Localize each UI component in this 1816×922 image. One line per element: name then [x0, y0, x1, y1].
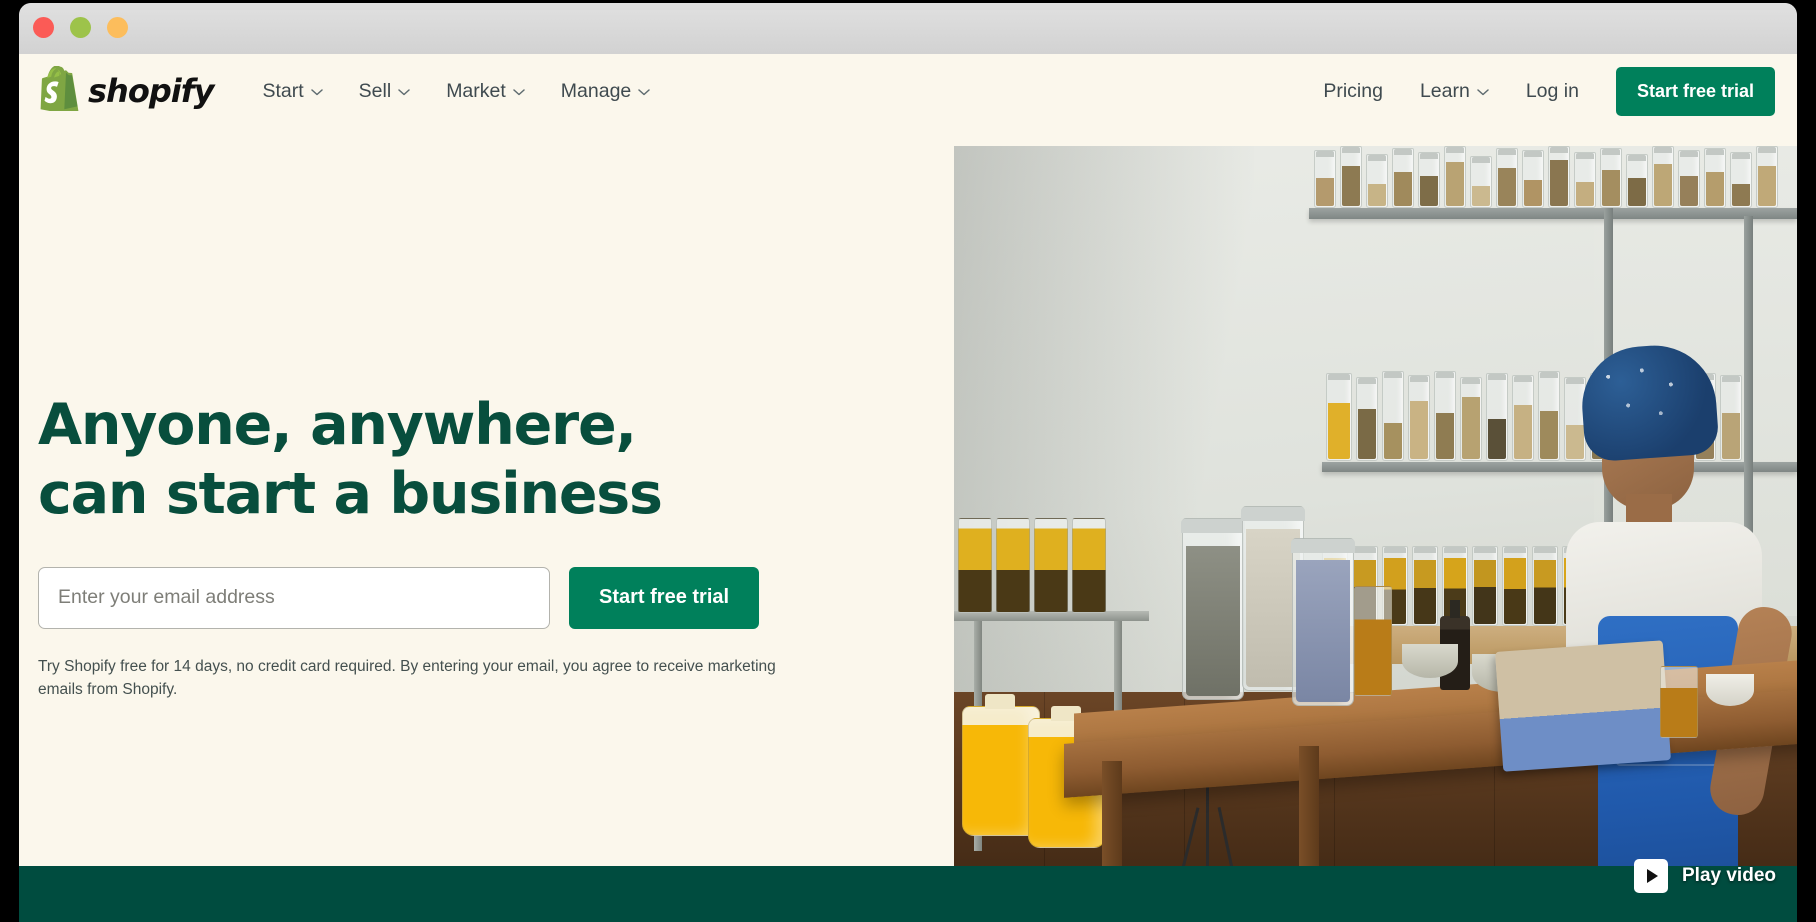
photo-jar: [1366, 154, 1388, 208]
photo-jar: [1496, 148, 1518, 208]
photo-jar: [1756, 146, 1778, 208]
nav-item-learn[interactable]: Learn: [1420, 80, 1489, 103]
shopify-logo[interactable]: shopify: [39, 65, 214, 116]
minimize-window-button[interactable]: [70, 17, 91, 38]
window-frame: shopify Start Sell Market Manage Pricing…: [19, 3, 1797, 922]
header-actions: Pricing Learn Log in Start free trial: [1323, 66, 1775, 116]
photo-jar: [1730, 152, 1752, 208]
browser-window: shopify Start Sell Market Manage Pricing…: [0, 0, 1816, 922]
nav-item-market-label: Market: [446, 79, 506, 102]
photo-jar: [1408, 375, 1430, 461]
photo-oil-jar: [958, 518, 992, 613]
play-video-button[interactable]: Play video: [1634, 859, 1776, 893]
photo-jar: [1434, 371, 1456, 461]
hero-image: Play video: [954, 146, 1797, 922]
photo-oil-jar: [1034, 518, 1068, 613]
photo-jar-content: [1296, 560, 1350, 702]
play-icon: [1634, 859, 1668, 893]
photo-jar: [1382, 371, 1404, 461]
photo-jar: [1652, 146, 1674, 208]
nav-item-sell-label: Sell: [358, 79, 392, 102]
photo-jar: [1470, 156, 1492, 208]
site-header: shopify Start Sell Market Manage Pricing…: [19, 54, 1797, 128]
photo-amber-jar: [1354, 586, 1392, 696]
nav-item-pricing[interactable]: Pricing: [1323, 80, 1383, 103]
photo-shelf-top: [1309, 208, 1797, 219]
photo-jar: [1626, 154, 1648, 208]
photo-jar-lid: [1181, 519, 1245, 533]
photo-jar-content: [1186, 546, 1240, 696]
photo-amber-glass: [1660, 666, 1698, 738]
chevron-down-icon: [513, 88, 525, 96]
email-input[interactable]: [38, 566, 550, 629]
photo-jar: [1704, 148, 1726, 208]
photo-jar: [1314, 150, 1336, 208]
photo-jar-lid: [1241, 507, 1305, 521]
chevron-down-icon: [398, 88, 410, 96]
nav-item-market[interactable]: Market: [446, 80, 525, 103]
photo-jar: [1356, 377, 1378, 461]
hero-start-free-trial-button[interactable]: Start free trial: [569, 566, 760, 629]
photo-jar: [1678, 150, 1700, 208]
chevron-down-icon: [310, 88, 323, 96]
login-link-label: Log in: [1525, 79, 1579, 102]
photo-jar: [1418, 152, 1440, 208]
photo-table-jar: [1181, 518, 1245, 700]
photo-jar: [1460, 377, 1482, 461]
photo-jar: [1600, 148, 1622, 208]
photo-oil-jar: [1072, 518, 1106, 613]
traffic-lights: [33, 17, 128, 38]
page-title: Anyone, anywhere, can start a business: [38, 392, 663, 527]
photo-jar-row-top: [1314, 146, 1782, 208]
photo-person-headwrap: [1578, 341, 1720, 463]
photo-jar-lid: [1291, 539, 1355, 553]
nav-item-pricing-label: Pricing: [1323, 79, 1383, 102]
maximize-window-button[interactable]: [107, 17, 128, 38]
signup-form: Start free trial: [38, 566, 798, 629]
chevron-down-icon: [638, 88, 651, 96]
main-navigation: Start Sell Market Manage: [262, 79, 651, 103]
nav-item-manage[interactable]: Manage: [560, 79, 651, 103]
photo-bowl: [1706, 674, 1754, 706]
nav-item-sell[interactable]: Sell: [359, 80, 411, 103]
nav-item-start[interactable]: Start: [262, 79, 323, 103]
photo-jar: [1340, 146, 1362, 208]
photo-person: [1494, 316, 1796, 922]
hero-copy: Anyone, anywhere, can start a business S…: [38, 391, 798, 702]
photo-jar: [1392, 148, 1414, 208]
nav-item-manage-label: Manage: [560, 79, 632, 102]
nav-item-learn-label: Learn: [1419, 79, 1470, 102]
shopify-bag-icon: [39, 65, 79, 116]
photo-jar: [1326, 373, 1352, 461]
page-viewport: shopify Start Sell Market Manage Pricing…: [19, 54, 1797, 922]
photo-jar: [1522, 150, 1544, 208]
signup-fineprint: Try Shopify free for 14 days, no credit …: [38, 657, 776, 699]
login-link[interactable]: Log in: [1526, 80, 1579, 103]
hero-section: Anyone, anywhere, can start a business S…: [19, 128, 1797, 922]
photo-bowl: [1402, 644, 1458, 678]
photo-oil-jar: [996, 518, 1030, 613]
photo-table-jar: [1291, 538, 1355, 706]
brand-wordmark: shopify: [88, 72, 214, 110]
nav-item-start-label: Start: [262, 79, 304, 102]
play-triangle: [1647, 869, 1658, 883]
photo-jar: [1444, 146, 1466, 208]
header-start-free-trial-button[interactable]: Start free trial: [1615, 66, 1775, 116]
title-bar: [19, 3, 1797, 54]
bottom-green-band: [19, 866, 1797, 922]
photo-jar: [1548, 146, 1570, 208]
photo-jar: [1412, 546, 1438, 626]
photo-tablet: [1495, 640, 1671, 772]
hero-photo: Play video: [954, 146, 1797, 922]
hero-left-panel: Anyone, anywhere, can start a business S…: [19, 128, 954, 922]
chevron-down-icon: [1477, 88, 1489, 96]
photo-jar: [1574, 152, 1596, 208]
play-video-label: Play video: [1682, 865, 1776, 886]
close-window-button[interactable]: [33, 17, 54, 38]
